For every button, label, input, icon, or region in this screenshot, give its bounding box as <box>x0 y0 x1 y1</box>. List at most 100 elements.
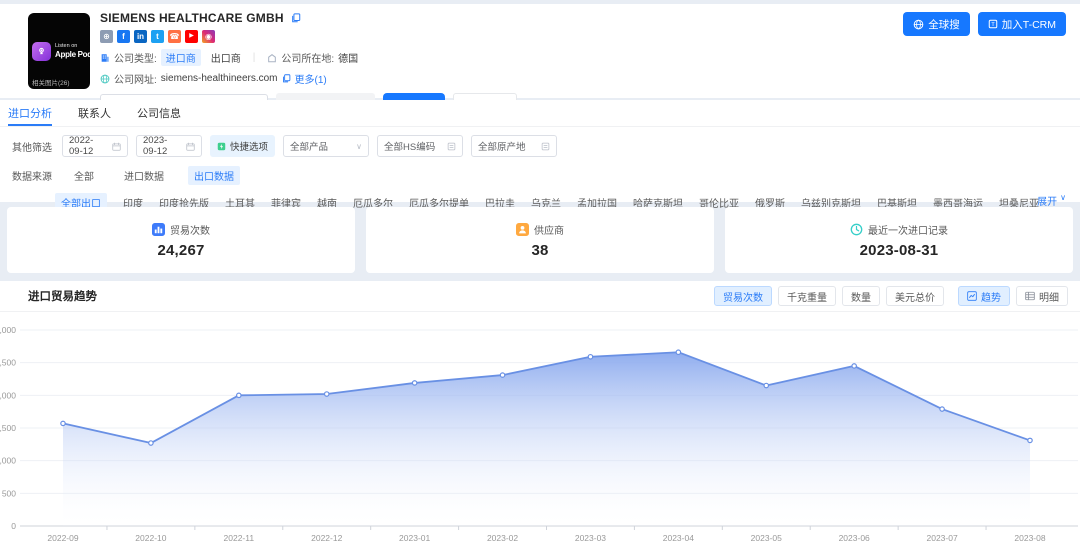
supplier-icon <box>516 223 529 236</box>
svg-text:2023-02: 2023-02 <box>487 533 518 543</box>
filter-bar: 其他筛选 2022-09-12 2023-09-12 快捷选项 <box>0 127 1080 157</box>
svg-text:2022-11: 2022-11 <box>224 533 255 543</box>
website-link[interactable]: siemens-healthineers.com <box>161 73 278 84</box>
chevron-down-icon: ∨ <box>1060 193 1066 208</box>
expand-label: 展开 <box>1037 193 1057 208</box>
facebook-icon[interactable]: f <box>117 30 130 43</box>
metric-tab[interactable]: 数量 <box>842 286 880 306</box>
stat-label: 最近一次进口记录 <box>868 222 948 237</box>
line-chart-icon <box>967 291 977 301</box>
company-logo[interactable]: Listen on Apple Podcasts 相关图片(26) <box>28 13 90 89</box>
svg-text:0: 0 <box>11 521 16 531</box>
data-source-label: 数据来源 <box>12 168 52 183</box>
copy-company-name-icon[interactable] <box>291 13 301 23</box>
data-source-option[interactable]: 全部 <box>68 166 100 185</box>
svg-text:500: 500 <box>2 488 16 498</box>
global-search-button[interactable]: 全球搜 <box>903 12 970 36</box>
view-tab-label: 趋势 <box>981 289 1001 304</box>
apple-podcasts-icon <box>32 42 51 61</box>
svg-text:2023-01: 2023-01 <box>399 533 430 543</box>
stat-value: 24,267 <box>157 242 204 259</box>
divider: | <box>253 52 256 63</box>
trend-area-chart[interactable]: 05001,0001,5002,0002,5003,0002022-092022… <box>0 320 1080 543</box>
instagram-icon[interactable]: ◉ <box>202 30 215 43</box>
trend-section: 进口贸易趋势 贸易次数千克重量数量美元总价 趋势明细 05001,0001,50… <box>0 281 1080 543</box>
other-filter-label: 其他筛选 <box>12 139 52 154</box>
company-header: Listen on Apple Podcasts 相关图片(26) SIEMEN… <box>0 4 1080 98</box>
data-source-row: 数据来源 全部进口数据出口数据 <box>0 157 1080 185</box>
website-more-link[interactable]: 更多(1) <box>295 71 327 86</box>
calendar-icon <box>112 142 121 151</box>
website-icon[interactable]: ⊕ <box>100 30 113 43</box>
stat-value: 2023-08-31 <box>860 242 939 259</box>
data-source-options: 全部进口数据出口数据 <box>68 166 240 185</box>
list-icon <box>541 142 550 151</box>
main-tab[interactable]: 公司信息 <box>137 100 181 126</box>
building-icon <box>100 53 110 63</box>
stat-card-label-row: 贸易次数 <box>152 222 210 237</box>
main-tab[interactable]: 联系人 <box>78 100 111 126</box>
main-tab[interactable]: 进口分析 <box>8 100 52 126</box>
importer-tag[interactable]: 进口商 <box>161 49 201 66</box>
location-label: 公司所在地: <box>281 50 334 65</box>
global-search-label: 全球搜 <box>928 17 960 32</box>
list-icon <box>447 142 456 151</box>
data-source-option[interactable]: 出口数据 <box>188 166 240 185</box>
hs-code-select[interactable]: 全部HS编码 <box>377 135 463 157</box>
stat-label: 供应商 <box>534 222 564 237</box>
date-to-input[interactable]: 2023-09-12 <box>136 135 202 157</box>
svg-text:2023-03: 2023-03 <box>575 533 606 543</box>
quick-options-button[interactable]: 快捷选项 <box>210 135 275 157</box>
copy-website-icon[interactable] <box>282 74 291 83</box>
stat-card: 供应商38 <box>366 207 714 273</box>
stats-cards: 贸易次数 24,267 供应商38 最近一次进口记录 2023-08-31 <box>7 207 1073 273</box>
phone-icon[interactable]: ☎ <box>168 30 181 43</box>
globe-icon <box>100 74 110 84</box>
website-label: 公司网址: <box>114 71 157 86</box>
metric-tab[interactable]: 千克重量 <box>778 286 836 306</box>
join-tcrm-button[interactable]: T 加入T-CRM <box>978 12 1066 36</box>
company-type-label: 公司类型: <box>114 50 157 65</box>
date-from-value: 2022-09-12 <box>69 135 106 157</box>
svg-text:2,000: 2,000 <box>0 390 16 400</box>
bar-chart-icon <box>152 223 165 236</box>
expand-button[interactable]: 展开 ∨ <box>1037 193 1066 208</box>
svg-text:2023-07: 2023-07 <box>926 533 957 543</box>
stat-card: 最近一次进口记录 2023-08-31 <box>725 207 1073 273</box>
chart-title: 进口贸易趋势 <box>28 288 97 304</box>
location-value: 德国 <box>338 50 358 65</box>
view-tab[interactable]: 明细 <box>1016 286 1068 306</box>
svg-text:2022-10: 2022-10 <box>135 533 166 543</box>
main-tabs: 进口分析联系人公司信息 <box>0 100 1080 127</box>
svg-text:2022-12: 2022-12 <box>311 533 342 543</box>
quick-options-icon <box>217 142 226 151</box>
origin-select[interactable]: 全部原产地 <box>471 135 557 157</box>
globe-white-icon <box>913 19 924 30</box>
stat-card-label-row: 供应商 <box>516 222 564 237</box>
linkedin-icon[interactable]: in <box>134 30 147 43</box>
location-icon <box>267 53 277 63</box>
product-select[interactable]: 全部产品 ∨ <box>283 135 369 157</box>
chevron-down-icon: ∨ <box>356 142 362 151</box>
exporter-tag[interactable]: 出口商 <box>211 50 241 65</box>
hs-code-value: 全部HS编码 <box>384 139 435 153</box>
twitter-icon[interactable]: t <box>151 30 164 43</box>
svg-text:2022-09: 2022-09 <box>47 533 78 543</box>
stat-card-label-row: 最近一次进口记录 <box>850 222 948 237</box>
date-from-input[interactable]: 2022-09-12 <box>62 135 128 157</box>
metric-tab[interactable]: 贸易次数 <box>714 286 772 306</box>
social-icons: ⊕ fint ☎ ▶ ◉ <box>100 30 517 43</box>
quick-options-label: 快捷选项 <box>230 139 268 153</box>
svg-text:2023-04: 2023-04 <box>663 533 694 543</box>
metric-tab[interactable]: 美元总价 <box>886 286 944 306</box>
crm-grid-icon: T <box>988 19 998 29</box>
logo-caption: 相关图片(26) <box>32 77 70 87</box>
svg-text:T: T <box>991 22 995 28</box>
svg-text:1,500: 1,500 <box>0 423 16 433</box>
date-to-value: 2023-09-12 <box>143 135 180 157</box>
view-tab-label: 明细 <box>1039 289 1059 304</box>
svg-text:3,000: 3,000 <box>0 325 16 335</box>
view-tab[interactable]: 趋势 <box>958 286 1010 306</box>
data-source-option[interactable]: 进口数据 <box>118 166 170 185</box>
youtube-icon[interactable]: ▶ <box>185 30 198 43</box>
